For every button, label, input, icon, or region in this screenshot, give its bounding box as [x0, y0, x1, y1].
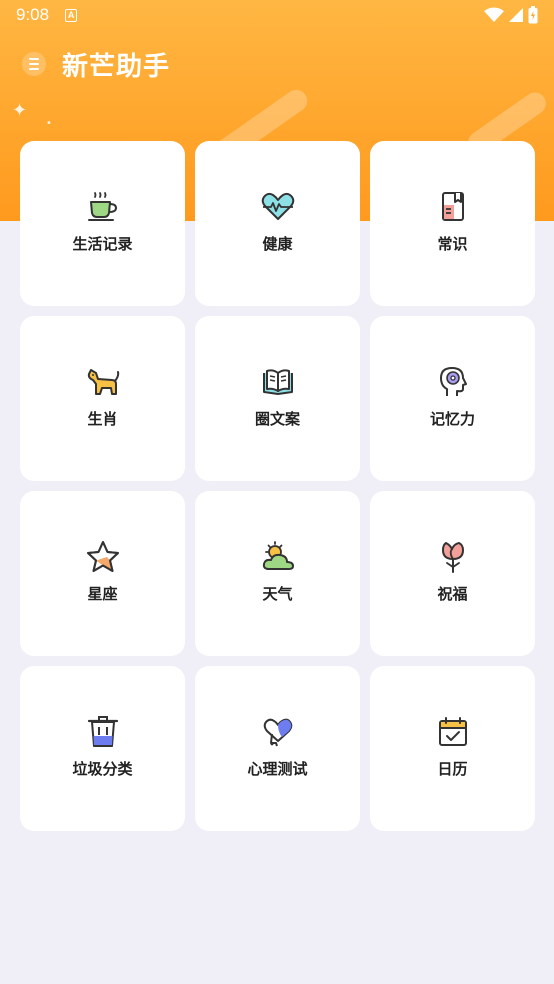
battery-icon	[528, 6, 538, 24]
card-label: 常识	[437, 235, 468, 253]
card-blessing[interactable]: 祝福	[370, 491, 535, 656]
card-calendar[interactable]: 日历	[370, 666, 535, 831]
card-label: 生活记录	[72, 235, 133, 253]
card-label: 祝福	[437, 585, 468, 603]
feature-grid: 生活记录 健康 常识 生肖 圈文案 记忆力 星座 天气 祝福 垃圾分类 心理测试…	[20, 141, 535, 831]
heart-pulse-icon	[261, 192, 294, 220]
tulip-icon	[441, 542, 464, 573]
calendar-check-icon	[438, 717, 467, 746]
tea-cup-icon	[87, 192, 117, 221]
card-label: 日历	[437, 760, 468, 778]
notification-icon: A	[65, 8, 78, 22]
star-icon	[86, 541, 119, 572]
card-label: 星座	[87, 585, 118, 603]
card-life-record[interactable]: 生活记录	[20, 141, 185, 306]
sparkle-dot: •	[46, 118, 52, 129]
menu-button[interactable]	[22, 52, 46, 76]
card-weather[interactable]: 天气	[195, 491, 360, 656]
book-bookmark-icon	[441, 192, 464, 221]
trash-bin-icon	[87, 716, 118, 747]
app-title: 新芒助手	[62, 51, 171, 82]
card-garbage-sorting[interactable]: 垃圾分类	[20, 666, 185, 831]
card-label: 健康	[262, 235, 293, 253]
card-label: 记忆力	[429, 410, 475, 428]
card-label: 天气	[262, 585, 293, 603]
card-memory[interactable]: 记忆力	[370, 316, 535, 481]
dog-icon	[87, 369, 119, 395]
card-copywriting[interactable]: 圈文案	[195, 316, 360, 481]
card-label: 心理测试	[247, 760, 308, 778]
heart-head-icon	[263, 718, 292, 747]
card-common-sense[interactable]: 常识	[370, 141, 535, 306]
card-label: 圈文案	[254, 410, 300, 428]
open-book-icon	[262, 369, 293, 395]
card-health[interactable]: 健康	[195, 141, 360, 306]
status-time: 9:08	[16, 5, 50, 24]
wifi-icon	[484, 7, 504, 22]
card-label: 生肖	[87, 410, 118, 428]
status-icons	[484, 6, 538, 24]
app-bar: 新芒助手	[22, 46, 170, 82]
card-zodiac[interactable]: 生肖	[20, 316, 185, 481]
signal-icon	[509, 8, 523, 22]
sparkle-icon: ✦	[12, 100, 28, 121]
card-psych-test[interactable]: 心理测试	[195, 666, 360, 831]
status-bar: 9:08 A	[0, 0, 554, 30]
card-label: 垃圾分类	[72, 760, 133, 778]
sun-cloud-icon	[262, 541, 294, 570]
card-constellation[interactable]: 星座	[20, 491, 185, 656]
brain-head-icon	[439, 367, 467, 396]
